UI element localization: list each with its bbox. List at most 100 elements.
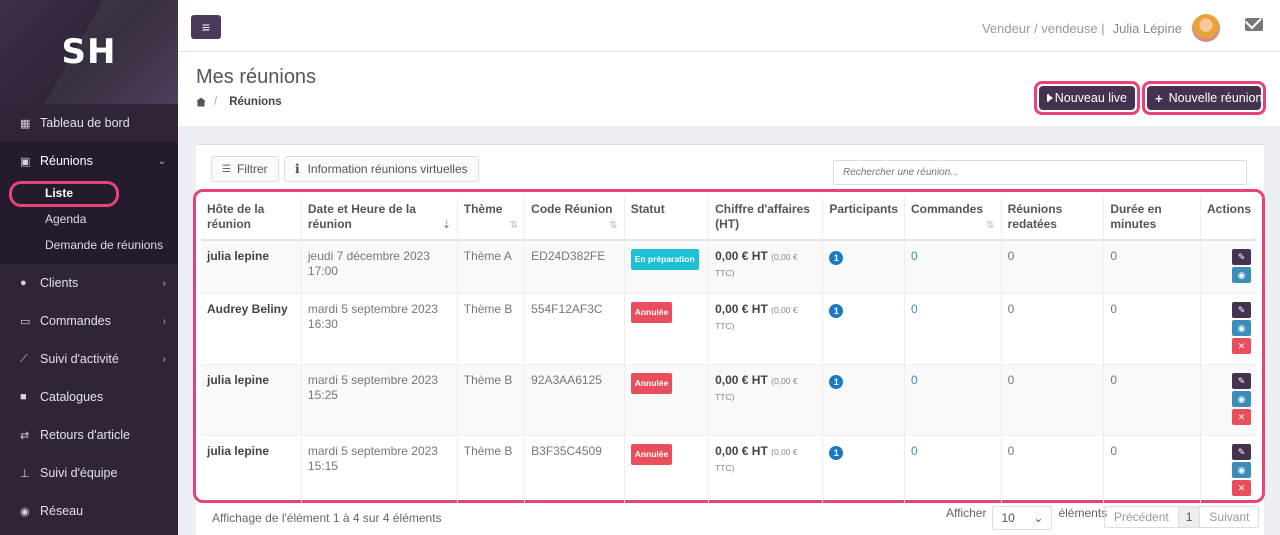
- sidebar-item-catalogues[interactable]: ■ Catalogues: [0, 378, 178, 416]
- search-input[interactable]: [833, 160, 1247, 185]
- page-1-button[interactable]: 1: [1178, 507, 1201, 527]
- cell-date: jeudi 7 décembre 2023 17:00: [301, 239, 458, 294]
- delete-button[interactable]: ✕: [1232, 338, 1251, 354]
- table-row: julia lepine mardi 5 septembre 2023 15:1…: [201, 435, 1257, 506]
- col-redatees[interactable]: Réunions redatées: [1001, 196, 1105, 241]
- close-icon: ✕: [1237, 483, 1246, 493]
- sidebar-item-reunions[interactable]: ▣ Réunions ⌄: [0, 142, 178, 180]
- edit-button[interactable]: ✎: [1232, 373, 1251, 389]
- next-page-button[interactable]: Suivant: [1200, 507, 1258, 527]
- new-meeting-button[interactable]: + Nouvelle réunion: [1142, 81, 1266, 115]
- col-label: Thème: [463, 202, 503, 216]
- avatar: [1192, 14, 1220, 42]
- col-commandes[interactable]: Commandes ⇅: [904, 196, 1002, 241]
- ca-ht: 0,00 € HT: [715, 302, 768, 316]
- cell-redatees: 0: [1001, 435, 1105, 506]
- cell-ca: 0,00 € HT (0,00 € TTC): [708, 364, 824, 436]
- submenu-item-label: Agenda: [45, 212, 87, 226]
- cell-date: mardi 5 septembre 2023 15:15: [301, 435, 458, 506]
- sidebar-item-clients[interactable]: ● Clients ›: [0, 264, 178, 302]
- cell-commandes[interactable]: 0: [904, 435, 1002, 506]
- cell-status: Annulée: [624, 364, 710, 436]
- sidebar-item-commandes[interactable]: ▭ Commandes ›: [0, 302, 178, 340]
- home-icon[interactable]: [196, 97, 206, 107]
- delete-button[interactable]: ✕: [1232, 480, 1251, 496]
- edit-button[interactable]: ✎: [1232, 249, 1251, 265]
- show-label: Afficher: [946, 506, 987, 520]
- new-meeting-label: Nouvelle réunion: [1168, 91, 1263, 105]
- submenu-item-agenda[interactable]: Agenda: [0, 206, 178, 232]
- cell-commandes[interactable]: 0: [904, 239, 1002, 294]
- sidebar-item-suivi-activite[interactable]: ⟋ Suivi d'activité ›: [0, 340, 178, 378]
- chevron-right-icon: ›: [162, 277, 166, 289]
- breadcrumb: / Réunions: [196, 96, 282, 108]
- table-row: julia lepine mardi 5 septembre 2023 15:2…: [201, 364, 1257, 436]
- cell-code: B3F35C4509: [524, 435, 625, 506]
- filter-button[interactable]: ☰ Filtrer: [211, 156, 279, 182]
- cell-actions: ✎ ◉ ✕: [1200, 293, 1257, 365]
- col-duree[interactable]: Durée en minutes: [1103, 196, 1201, 241]
- ca-ht: 0,00 € HT: [715, 373, 768, 387]
- reunions-submenu: Liste Agenda Demande de réunions: [0, 180, 178, 264]
- submenu-item-liste[interactable]: Liste: [0, 180, 178, 207]
- new-live-button[interactable]: Nouveau live: [1034, 81, 1140, 115]
- dashboard-icon: ▦: [20, 117, 31, 130]
- filter-label: Filtrer: [236, 162, 268, 176]
- col-label: Chiffre d'affaires (HT): [715, 202, 810, 231]
- cell-duree: 0: [1103, 435, 1201, 506]
- status-badge: Annulée: [630, 302, 673, 323]
- col-date[interactable]: Date et Heure de la réunion ⇣: [301, 196, 458, 241]
- prev-page-button[interactable]: Précédent: [1105, 507, 1179, 527]
- page-length-select[interactable]: 10 ⌄: [992, 506, 1053, 530]
- chevron-down-icon: ⌄: [1033, 511, 1044, 525]
- cell-ca: 0,00 € HT (0,00 € TTC): [708, 293, 824, 365]
- user-menu[interactable]: Vendeur / vendeuse | Julia Lépine: [982, 14, 1220, 42]
- participants-badge[interactable]: 1: [829, 375, 844, 389]
- sidebar-item-dashboard[interactable]: ▦ Tableau de bord: [0, 104, 178, 142]
- view-button[interactable]: ◉: [1232, 267, 1251, 283]
- view-button[interactable]: ◉: [1232, 320, 1251, 336]
- submenu-item-demande[interactable]: Demande de réunions: [0, 232, 178, 258]
- sidebar: SH ▦ Tableau de bord ▣ Réunions ⌄ Liste …: [0, 0, 178, 535]
- cell-redatees: 0: [1001, 239, 1105, 294]
- view-button[interactable]: ◉: [1232, 391, 1251, 407]
- col-status[interactable]: Statut: [624, 196, 710, 241]
- sidebar-item-reseau[interactable]: ◉ Réseau: [0, 492, 178, 530]
- view-button[interactable]: ◉: [1232, 462, 1251, 478]
- participants-badge[interactable]: 1: [829, 251, 844, 265]
- status-badge: Annulée: [630, 373, 673, 394]
- col-ca[interactable]: Chiffre d'affaires (HT): [708, 196, 824, 241]
- virtual-info-button[interactable]: i Information réunions virtuelles: [284, 156, 479, 182]
- cell-commandes[interactable]: 0: [904, 293, 1002, 365]
- sidebar-item-label: Réunions: [40, 154, 93, 168]
- chevron-down-icon: ⌄: [157, 155, 166, 167]
- status-badge: En préparation: [630, 249, 699, 270]
- col-host[interactable]: Hôte de la réunion: [201, 196, 302, 241]
- sidebar-item-suivi-equipe[interactable]: ⊥ Suivi d'équipe: [0, 454, 178, 492]
- close-icon: ✕: [1237, 412, 1246, 422]
- col-theme[interactable]: Thème ⇅: [457, 196, 526, 241]
- participants-badge[interactable]: 1: [829, 446, 844, 460]
- cell-commandes[interactable]: 0: [904, 364, 1002, 436]
- sidebar-toggle-button[interactable]: ≡: [191, 15, 221, 39]
- video-camera-icon: [1047, 94, 1052, 102]
- logo-area[interactable]: SH: [0, 0, 178, 104]
- participants-badge[interactable]: 1: [829, 304, 844, 318]
- delete-button[interactable]: ✕: [1232, 409, 1251, 425]
- meetings-box: ☰ Filtrer i Information réunions virtuel…: [193, 144, 1265, 535]
- cell-actions: ✎ ◉ ✕: [1200, 364, 1257, 436]
- mail-icon[interactable]: [1245, 18, 1263, 31]
- pagination: Précédent 1 Suivant: [1104, 506, 1260, 528]
- status-badge: Annulée: [630, 444, 673, 465]
- cell-status: En préparation: [624, 239, 710, 294]
- edit-button[interactable]: ✎: [1232, 444, 1251, 460]
- submenu-item-label: Liste: [45, 186, 74, 200]
- sidebar-item-label: Clients: [40, 276, 79, 290]
- col-participants[interactable]: Participants: [822, 196, 906, 241]
- col-code[interactable]: Code Réunion ⇅: [524, 196, 625, 241]
- sidebar-item-retours[interactable]: ⇄ Retours d'article: [0, 416, 178, 454]
- edit-button[interactable]: ✎: [1232, 302, 1251, 318]
- cell-theme: Thème A: [457, 239, 526, 294]
- cell-participants: 1: [822, 239, 906, 294]
- cell-ca: 0,00 € HT (0,00 € TTC): [708, 239, 824, 294]
